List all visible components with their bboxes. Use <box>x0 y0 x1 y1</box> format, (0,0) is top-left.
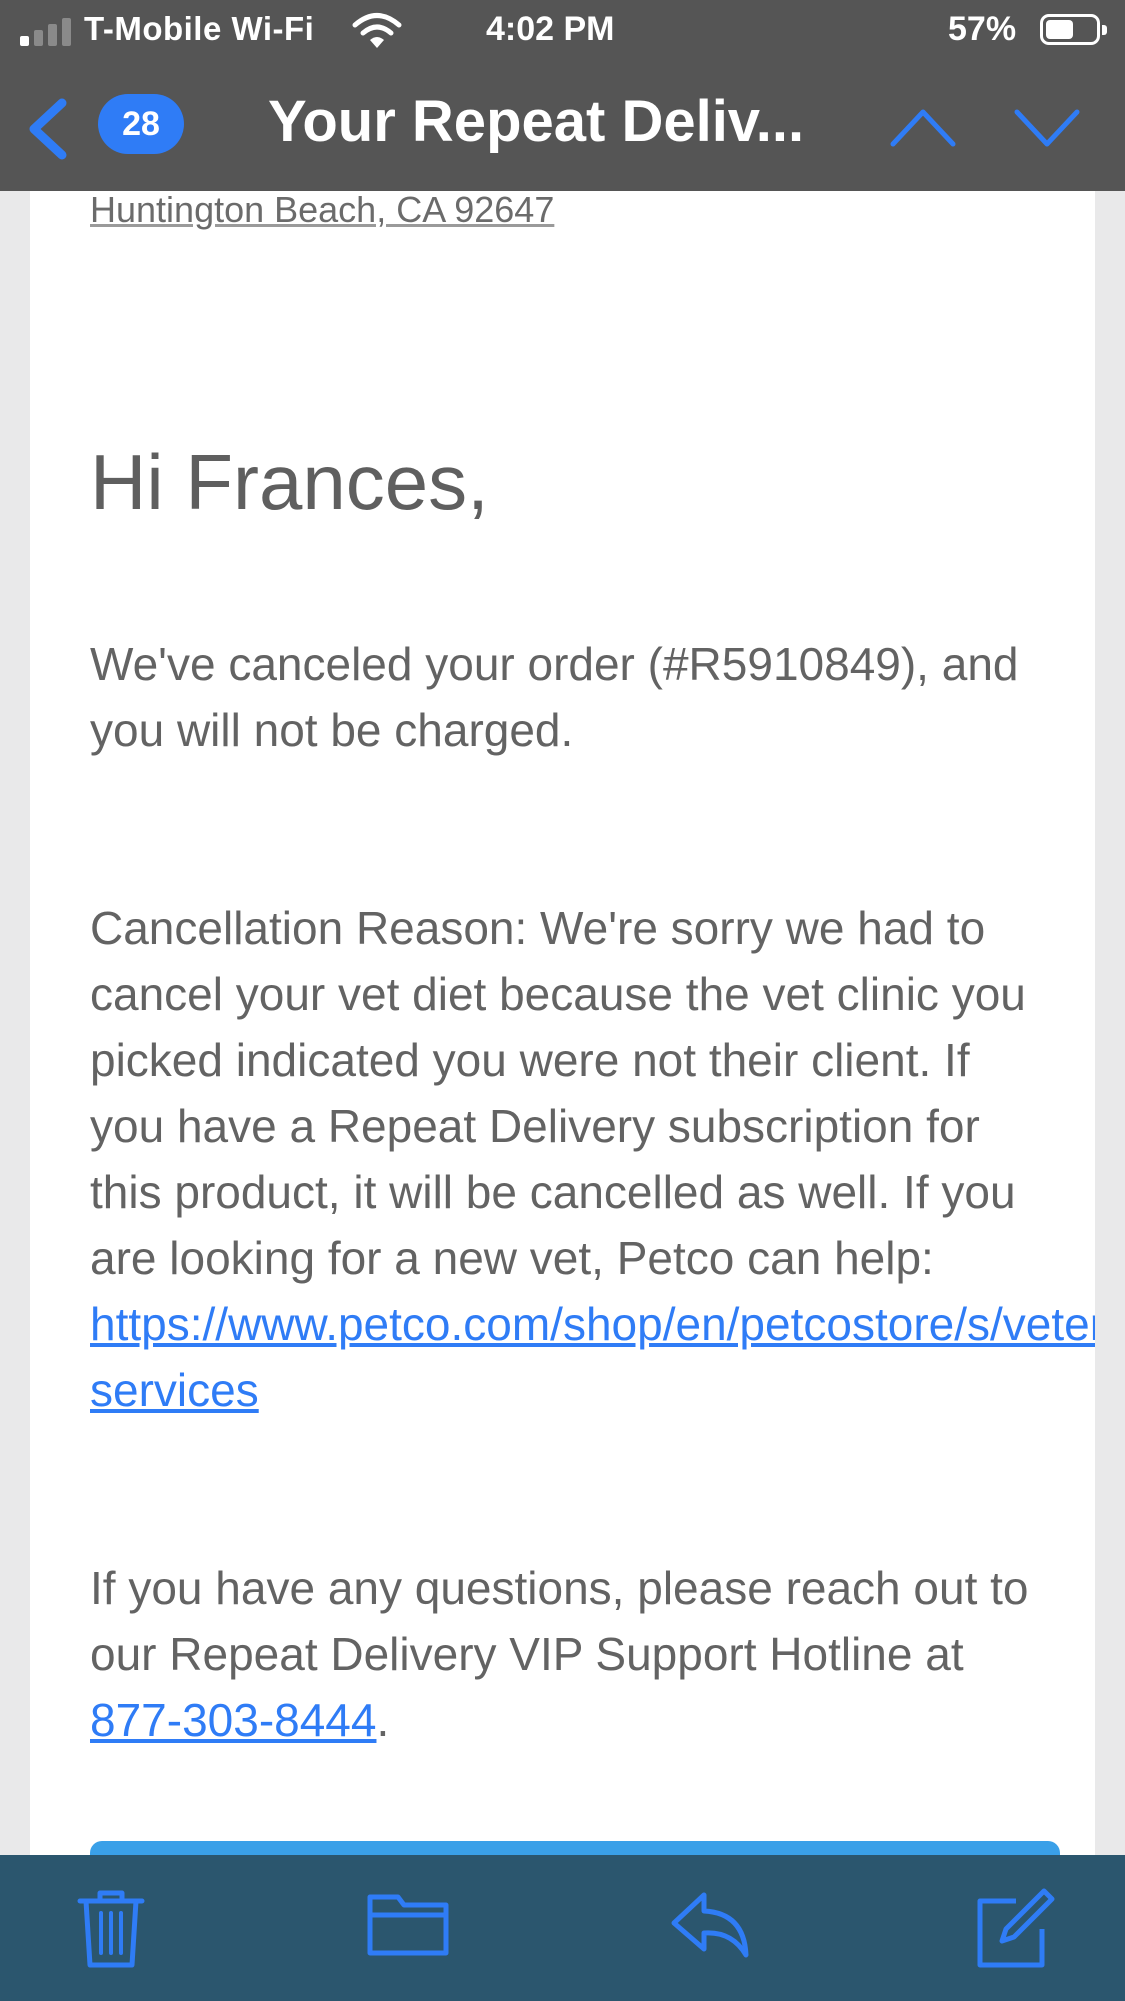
back-chevron-icon[interactable] <box>22 97 72 161</box>
clock: 4:02 PM <box>486 10 615 48</box>
battery-percent: 57% <box>948 10 1017 48</box>
support-paragraph: If you have any questions, please reach … <box>90 1555 1050 1753</box>
veterinary-services-link[interactable]: https://www.petco.com/shop/en/petcostore… <box>90 1298 1095 1416</box>
address-line[interactable]: Huntington Beach, CA 92647 <box>90 191 554 231</box>
top-bar: T-Mobile Wi-Fi 4:02 PM 57% 28 Your Repea… <box>0 0 1125 191</box>
cancellation-reason-paragraph: Cancellation Reason: We're sorry we had … <box>90 895 1095 1423</box>
previous-message-chevron-up-icon[interactable] <box>888 102 958 152</box>
email-subject-title: Your Repeat Deliv... <box>268 89 805 154</box>
next-message-chevron-down-icon[interactable] <box>1012 102 1082 152</box>
support-phone-link[interactable]: 877-303-8444 <box>90 1694 376 1746</box>
wifi-icon <box>352 13 402 48</box>
signal-strength-icon <box>20 16 76 46</box>
reply-icon[interactable] <box>668 1887 752 1963</box>
cancellation-reason-text: Cancellation Reason: We're sorry we had … <box>90 902 1026 1284</box>
support-text-end: . <box>376 1694 390 1746</box>
cancel-notice-paragraph: We've canceled your order (#R5910849), a… <box>90 638 1019 756</box>
trash-icon[interactable] <box>76 1887 146 1971</box>
email-body: Huntington Beach, CA 92647 Hi Frances, W… <box>30 191 1095 1856</box>
carrier-label: T-Mobile Wi-Fi <box>84 10 315 47</box>
bottom-toolbar <box>0 1855 1125 2001</box>
mail-nav-bar: 28 Your Repeat Deliv... <box>0 62 1125 191</box>
greeting: Hi Frances, <box>90 438 489 526</box>
battery-icon <box>1040 14 1107 45</box>
folder-icon[interactable] <box>366 1887 452 1959</box>
support-text: If you have any questions, please reach … <box>90 1562 1029 1680</box>
compose-icon[interactable] <box>972 1887 1056 1971</box>
unread-count-badge[interactable]: 28 <box>98 94 184 154</box>
email-button-partial[interactable] <box>90 1841 1060 1856</box>
status-bar: T-Mobile Wi-Fi 4:02 PM 57% <box>0 0 1125 62</box>
